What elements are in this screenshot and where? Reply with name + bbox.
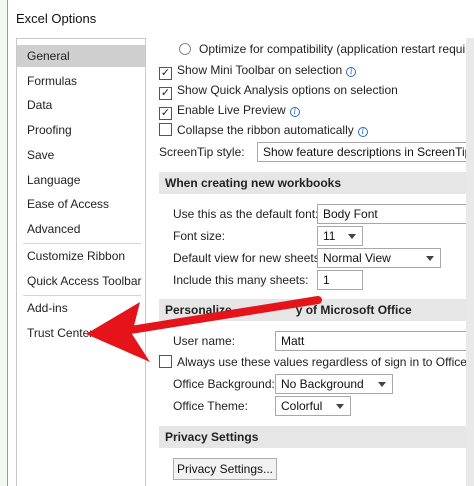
optimize-compat-label: Optimize for compatibility (application … (199, 42, 467, 56)
personalize-heading-right: y of Microsoft Office (295, 303, 412, 317)
nav-item-data[interactable]: Data (17, 94, 145, 116)
default-font-select[interactable]: Body Font (317, 204, 467, 224)
live-preview-option[interactable]: ✓ Enable Live Preview i (159, 101, 300, 120)
personalize-heading-left: Personalize (165, 303, 232, 317)
optimize-compat-radio[interactable] (179, 43, 191, 55)
sheets-count-label: Include this many sheets: (173, 273, 309, 287)
font-size-select[interactable]: 11 (317, 226, 363, 246)
office-theme-select[interactable]: Colorful (275, 396, 351, 416)
quick-analysis-label: Show Quick Analysis options on selection (177, 83, 398, 97)
general-options-panel: Optimize for compatibility (application … (147, 38, 467, 486)
nav-item-trust-center[interactable]: Trust Center (17, 322, 145, 344)
vertical-scrollbar[interactable] (466, 38, 474, 486)
info-icon: i (346, 67, 357, 77)
nav-item-proofing[interactable]: Proofing (17, 119, 145, 141)
nav-divider (23, 243, 141, 244)
sheets-count-value: 1 (323, 273, 330, 287)
new-workbooks-heading: When creating new workbooks (159, 172, 467, 194)
nav-item-ease-of-access[interactable]: Ease of Access (17, 193, 145, 215)
username-label: User name: (173, 334, 236, 348)
office-background-label: Office Background: (173, 377, 275, 391)
nav-divider (23, 295, 141, 296)
always-use-option[interactable]: Always use these values regardless of si… (159, 353, 467, 371)
info-icon: i (289, 107, 300, 117)
nav-item-quick-access-toolbar[interactable]: Quick Access Toolbar (17, 270, 145, 292)
always-use-label: Always use these values regardless of si… (177, 355, 467, 369)
sheets-count-spinner[interactable]: 1 (317, 270, 363, 290)
options-nav: General Formulas Data Proofing Save Lang… (16, 38, 146, 486)
chevron-down-icon (336, 404, 344, 409)
office-theme-label: Office Theme: (173, 399, 248, 413)
nav-item-language[interactable]: Language (17, 169, 145, 191)
office-theme-value: Colorful (281, 399, 323, 413)
nav-item-customize-ribbon[interactable]: Customize Ribbon (17, 245, 145, 267)
nav-item-save[interactable]: Save (17, 144, 145, 166)
office-background-value: No Background (281, 377, 364, 391)
default-view-label: Default view for new sheets: (173, 251, 324, 265)
nav-item-general[interactable]: General (17, 45, 145, 67)
chevron-down-icon (348, 234, 356, 239)
chevron-down-icon (378, 382, 386, 387)
privacy-heading: Privacy Settings (159, 426, 467, 448)
live-preview-label: Enable Live Preview (177, 103, 286, 117)
default-font-label: Use this as the default font: (173, 207, 319, 221)
default-font-value: Body Font (323, 207, 378, 221)
quick-analysis-option[interactable]: ✓ Show Quick Analysis options on selectio… (159, 81, 398, 100)
screentip-style-select[interactable]: Show feature descriptions in ScreenTips (257, 142, 467, 162)
collapse-ribbon-label: Collapse the ribbon automatically (177, 123, 354, 137)
quick-analysis-checkbox[interactable]: ✓ (159, 87, 172, 100)
always-use-checkbox[interactable] (159, 355, 172, 368)
nav-item-formulas[interactable]: Formulas (17, 70, 145, 92)
personalize-heading: Personalize y of Microsoft Office (159, 299, 467, 321)
live-preview-checkbox[interactable]: ✓ (159, 107, 172, 120)
info-icon: i (357, 127, 368, 137)
optimize-compat-option[interactable]: Optimize for compatibility (application … (159, 40, 467, 58)
username-input[interactable]: Matt (275, 331, 467, 351)
chevron-down-icon (426, 256, 434, 261)
mini-toolbar-option[interactable]: ✓ Show Mini Toolbar on selection i (159, 61, 357, 80)
window-title: Excel Options (16, 11, 97, 26)
nav-item-advanced[interactable]: Advanced (17, 218, 145, 240)
collapse-ribbon-checkbox[interactable] (159, 123, 172, 136)
screentip-style-label: ScreenTip style: (159, 145, 245, 159)
title-bar: Excel Options (8, 0, 474, 38)
nav-item-add-ins[interactable]: Add-ins (17, 297, 145, 319)
office-background-select[interactable]: No Background (275, 374, 393, 394)
default-view-select[interactable]: Normal View (317, 248, 441, 268)
privacy-settings-button[interactable]: Privacy Settings... (173, 458, 277, 480)
font-size-label: Font size: (173, 229, 226, 243)
default-view-value: Normal View (323, 251, 391, 265)
mini-toolbar-label: Show Mini Toolbar on selection (177, 63, 343, 77)
collapse-ribbon-option[interactable]: Collapse the ribbon automatically i (159, 121, 368, 139)
font-size-value: 11 (323, 229, 336, 243)
mini-toolbar-checkbox[interactable]: ✓ (159, 67, 172, 80)
